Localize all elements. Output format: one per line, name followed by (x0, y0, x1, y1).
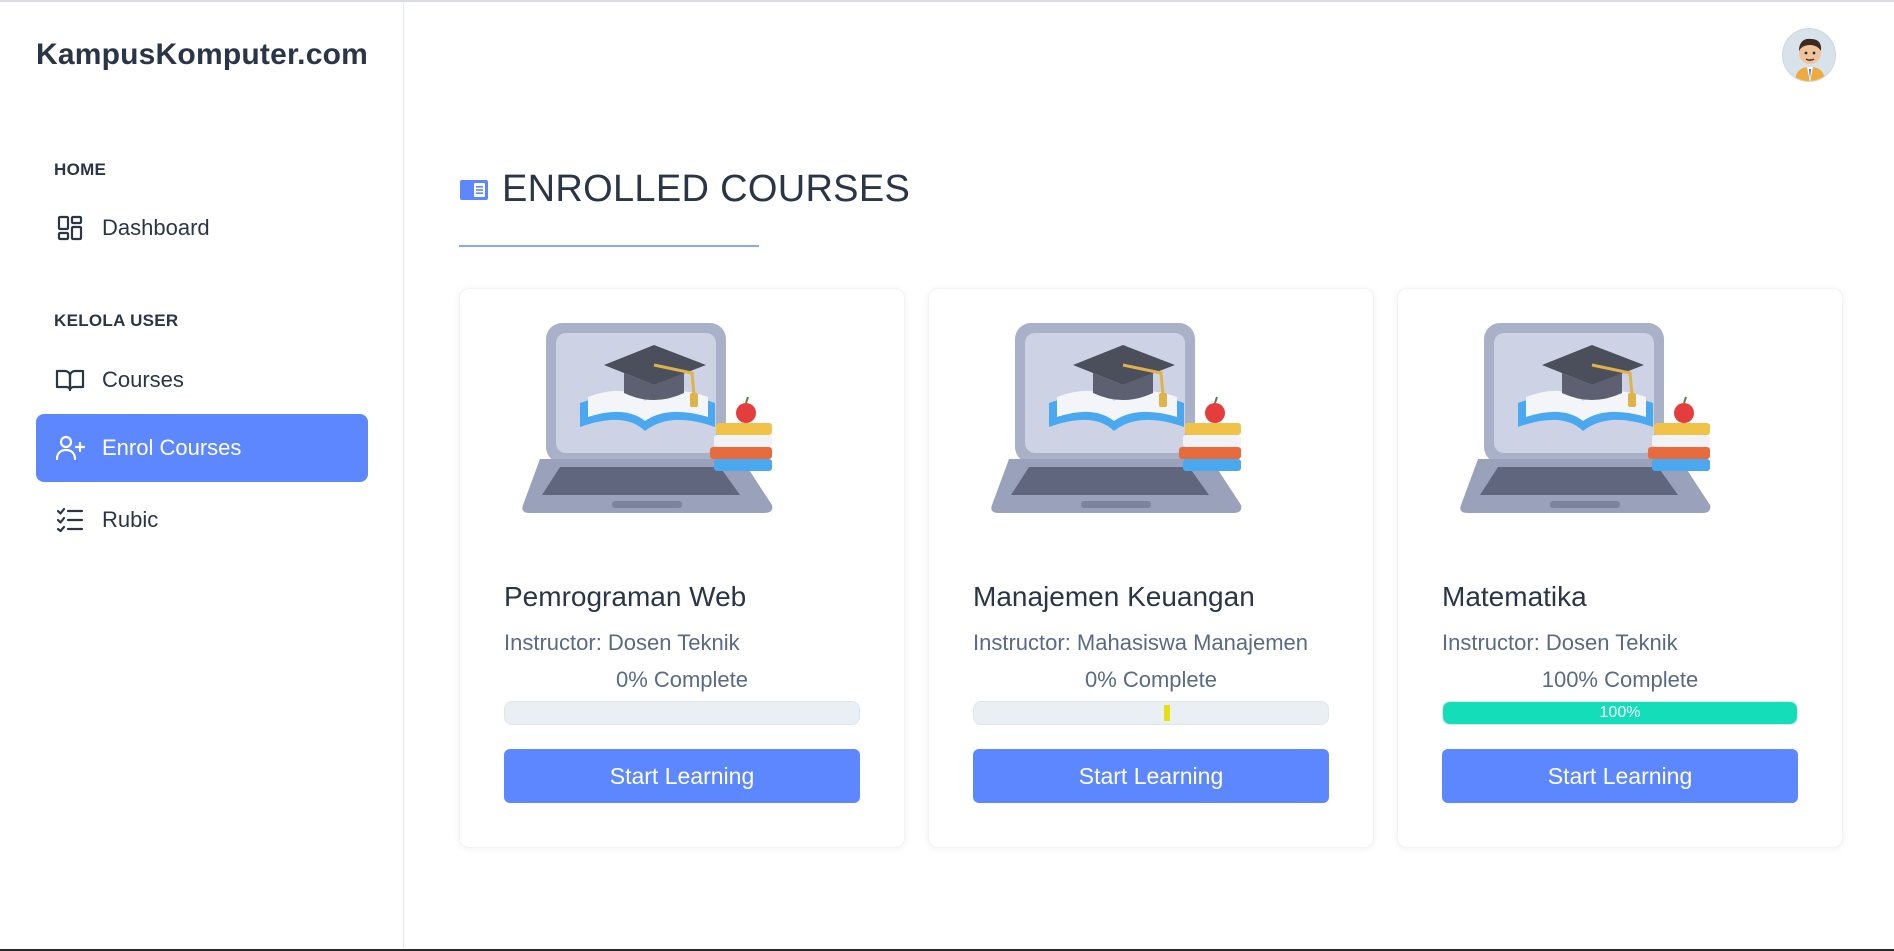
course-instructor: Instructor: Dosen Teknik (504, 630, 740, 655)
nav-section-home: HOME (54, 160, 107, 179)
course-progress-text: 100% Complete (1541, 667, 1699, 692)
user-avatar[interactable] (1782, 28, 1836, 82)
sidebar-item-dashboard[interactable]: Dashboard (36, 194, 368, 262)
sidebar-item-label: Rubic (102, 507, 159, 532)
book-open-icon (54, 364, 86, 396)
page-title-row: ENROLLED COURSES (460, 168, 910, 211)
course-thumbnail (989, 309, 1309, 529)
progress-marker (1164, 705, 1170, 721)
course-progress-text: 0% Complete (615, 667, 749, 692)
course-instructor: Instructor: Dosen Teknik (1442, 630, 1678, 655)
sidebar-item-label: Enrol Courses (102, 435, 242, 460)
course-progress-text: 0% Complete (1084, 667, 1218, 692)
title-divider (459, 245, 759, 247)
nav-section-kelola-user: KELOLA USER (54, 311, 179, 330)
start-learning-button[interactable]: Start Learning (504, 749, 860, 803)
start-learning-button[interactable]: Start Learning (973, 749, 1329, 803)
progress-fill: 100% (1443, 702, 1797, 724)
course-instructor: Instructor: Mahasiswa Manajemen (973, 630, 1309, 655)
sidebar-item-rubic[interactable]: Rubic (36, 486, 368, 554)
course-title[interactable]: Matematika (1442, 581, 1587, 613)
course-title[interactable]: Manajemen Keuangan (973, 581, 1255, 613)
sidebar: KampusKomputer.com HOME Dashboard KELOLA… (0, 2, 404, 948)
start-learning-button[interactable]: Start Learning (1442, 749, 1798, 803)
course-card: Matematika Instructor: Dosen Teknik 100%… (1397, 288, 1843, 848)
course-thumbnail (1458, 309, 1778, 529)
course-card: Manajemen Keuangan Instructor: Mahasiswa… (928, 288, 1374, 848)
dashboard-icon (54, 212, 86, 244)
checklist-icon (54, 504, 86, 536)
progress-bar (973, 701, 1329, 725)
book-icon (460, 178, 488, 202)
page-title: ENROLLED COURSES (502, 168, 911, 210)
course-title[interactable]: Pemrograman Web (504, 581, 746, 613)
sidebar-item-enrol-courses[interactable]: Enrol Courses (36, 414, 368, 482)
progress-bar: 100% (1442, 701, 1798, 725)
user-plus-icon (54, 432, 86, 464)
sidebar-item-courses[interactable]: Courses (36, 346, 368, 414)
progress-bar (504, 701, 860, 725)
course-card: Pemrograman Web Instructor: Dosen Teknik… (459, 288, 905, 848)
brand-logo[interactable]: KampusKomputer.com (36, 38, 368, 72)
sidebar-item-label: Dashboard (102, 215, 210, 240)
sidebar-item-label: Courses (102, 367, 184, 392)
course-thumbnail (520, 309, 840, 529)
